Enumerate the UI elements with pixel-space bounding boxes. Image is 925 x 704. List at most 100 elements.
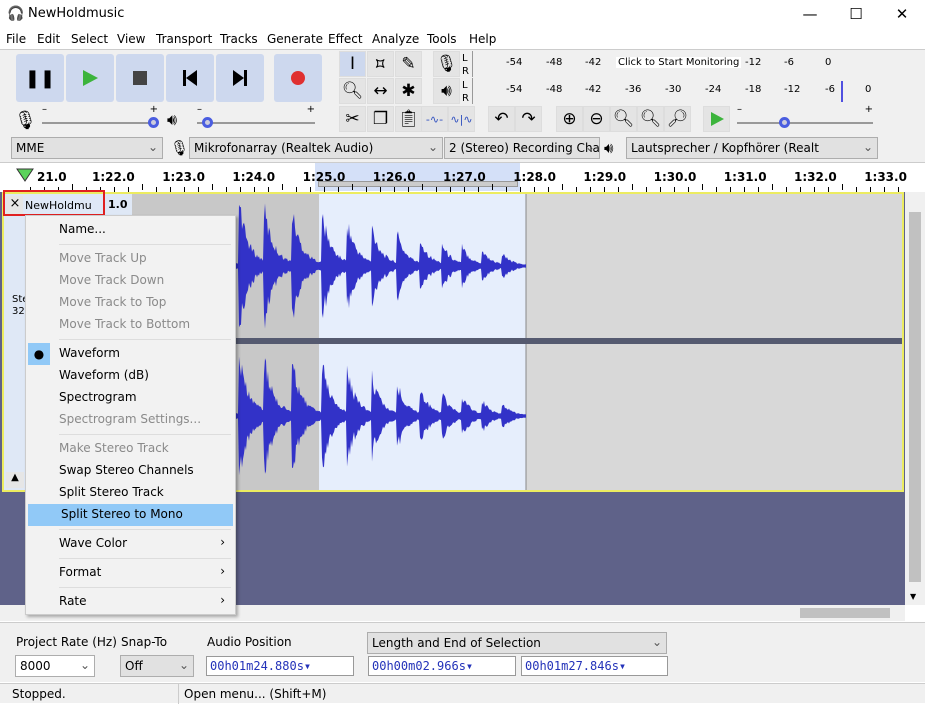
menu-item-label: Name... bbox=[59, 222, 106, 236]
selection-end-field[interactable]: 00h01m27.846s▾ bbox=[521, 656, 668, 676]
menu-item-spectrogram[interactable]: Spectrogram bbox=[26, 387, 235, 409]
selection-length-field[interactable]: 00h00m02.966s▾ bbox=[368, 656, 516, 676]
audio-position-field[interactable]: 00h01m24.880s▾ bbox=[206, 656, 354, 676]
vertical-scrollbar[interactable]: ▼ bbox=[905, 192, 925, 605]
recording-channels-select[interactable]: 2 (Stereo) Recording Chai ⌄ bbox=[444, 137, 600, 159]
selection-mode-select[interactable]: Length and End of Selection ⌄ bbox=[367, 632, 667, 654]
meter-tick-label: -42 bbox=[585, 57, 602, 68]
record-volume-slider[interactable]: – + bbox=[40, 104, 160, 130]
menu-item-wave-color[interactable]: Wave Color › bbox=[26, 533, 235, 555]
menu-item-rate[interactable]: Rate › bbox=[26, 591, 235, 613]
ruler-tick bbox=[562, 184, 563, 190]
recording-device-select[interactable]: Mikrofonarray (Realtek Audio) ⌄ bbox=[189, 137, 443, 159]
menu-item-name[interactable]: Name... bbox=[26, 219, 235, 241]
menu-item-move-track-to-bottom[interactable]: Move Track to Bottom bbox=[26, 314, 235, 336]
fit-selection-button[interactable]: 🔍︎ bbox=[610, 106, 637, 132]
zoom-out-button[interactable]: ⊖ bbox=[583, 106, 610, 132]
playback-volume-slider[interactable]: – + bbox=[195, 104, 317, 130]
start-monitoring-button[interactable]: Click to Start Monitoring bbox=[616, 57, 742, 68]
menu-item-waveform[interactable]: Waveform ● bbox=[26, 343, 235, 365]
snap-to-select[interactable]: Off ⌄ bbox=[120, 655, 194, 677]
play-button[interactable] bbox=[66, 54, 114, 102]
menu-item-label: Waveform (dB) bbox=[59, 368, 149, 382]
selection-tool[interactable]: I bbox=[339, 51, 366, 77]
playback-device-select[interactable]: Lautsprecher / Kopfhörer (Realt ⌄ bbox=[626, 137, 878, 159]
menu-generate[interactable]: Generate bbox=[267, 32, 323, 46]
zoom-toggle-button[interactable]: 🔎︎ bbox=[664, 106, 691, 132]
paste-button[interactable]: 📋︎ bbox=[395, 106, 422, 132]
undo-button[interactable]: ↶ bbox=[488, 106, 515, 132]
stop-button[interactable] bbox=[116, 54, 164, 102]
project-rate-select[interactable]: 8000 ⌄ bbox=[15, 655, 95, 677]
maximize-button[interactable]: ☐ bbox=[833, 0, 879, 29]
envelope-tool[interactable]: ⯏ bbox=[367, 51, 394, 77]
chevron-down-icon: ⌄ bbox=[79, 658, 90, 672]
slider-minus-label: – bbox=[737, 104, 742, 115]
record-icon bbox=[291, 71, 305, 85]
meter-tick-label: -36 bbox=[625, 84, 642, 95]
time-shift-tool[interactable]: ↔ bbox=[367, 78, 394, 104]
waveform-display[interactable] bbox=[132, 194, 902, 490]
slider-thumb[interactable] bbox=[778, 117, 790, 128]
menu-select[interactable]: Select bbox=[71, 32, 108, 46]
playback-meter[interactable]: -54 -48 -42 -36 -30 -24 -18 -12 -6 0 bbox=[472, 78, 876, 104]
menu-item-waveform-db[interactable]: Waveform (dB) bbox=[26, 365, 235, 387]
menu-effect[interactable]: Effect bbox=[328, 32, 363, 46]
redo-button[interactable]: ↷ bbox=[515, 106, 542, 132]
menu-item-format[interactable]: Format › bbox=[26, 562, 235, 584]
menu-tools[interactable]: Tools bbox=[427, 32, 457, 46]
slider-thumb[interactable] bbox=[148, 117, 159, 128]
multi-tool[interactable]: ✱ bbox=[395, 78, 422, 104]
skip-end-button[interactable] bbox=[216, 54, 264, 102]
menu-item-move-track-to-top[interactable]: Move Track to Top bbox=[26, 292, 235, 314]
menu-item-split-stereo-to-mono[interactable]: Split Stereo to Mono bbox=[28, 504, 233, 526]
scroll-down-arrow-icon[interactable]: ▼ bbox=[910, 592, 916, 601]
menu-item-make-stereo-track[interactable]: Make Stereo Track bbox=[26, 438, 235, 460]
play-at-speed-button[interactable] bbox=[703, 106, 730, 132]
menu-item-spectrogram-settings[interactable]: Spectrogram Settings... bbox=[26, 409, 235, 431]
silence-button[interactable]: ∿|∿ bbox=[448, 106, 475, 132]
menu-tracks[interactable]: Tracks bbox=[220, 32, 258, 46]
audio-position-label: Audio Position bbox=[207, 635, 292, 649]
menu-item-move-track-up[interactable]: Move Track Up bbox=[26, 248, 235, 270]
menu-item-label: Move Track to Top bbox=[59, 295, 167, 309]
timeline-ruler[interactable]: 21.0 1:22.0 1:23.0 1:24.0 1:25.0 1:26.0 1:27.0… bbox=[0, 162, 925, 193]
audio-position-value: 00h01m24.880s bbox=[210, 659, 304, 673]
menu-item-swap-stereo-channels[interactable]: Swap Stereo Channels bbox=[26, 460, 235, 482]
menu-file[interactable]: File bbox=[6, 32, 26, 46]
play-speed-slider[interactable]: – + bbox=[735, 104, 875, 130]
menu-item-move-track-down[interactable]: Move Track Down bbox=[26, 270, 235, 292]
audio-host-select[interactable]: MME ⌄ bbox=[11, 137, 163, 159]
menu-transport[interactable]: Transport bbox=[156, 32, 212, 46]
record-button[interactable] bbox=[274, 54, 322, 102]
selection-range-bar[interactable] bbox=[318, 181, 518, 187]
collapse-track-button[interactable]: ▲ bbox=[6, 472, 24, 488]
project-rate-label: Project Rate (Hz) bbox=[16, 635, 117, 649]
chevron-down-icon: ⌄ bbox=[178, 658, 189, 672]
slider-thumb[interactable] bbox=[202, 117, 214, 128]
menu-analyze[interactable]: Analyze bbox=[372, 32, 419, 46]
fit-project-button[interactable]: 🔍︎ bbox=[637, 106, 664, 132]
pause-button[interactable]: ❚❚ bbox=[16, 54, 64, 102]
draw-tool[interactable]: ✎ bbox=[395, 51, 422, 77]
play-head-triangle-icon[interactable] bbox=[15, 167, 35, 183]
copy-button[interactable]: ❐ bbox=[367, 106, 394, 132]
record-meter-button[interactable]: 🎙︎ bbox=[433, 51, 460, 77]
close-button[interactable]: ✕ bbox=[879, 0, 925, 29]
zoom-tool[interactable]: 🔍︎ bbox=[339, 78, 366, 104]
menu-item-split-stereo-track[interactable]: Split Stereo Track bbox=[26, 482, 235, 504]
menu-help[interactable]: Help bbox=[469, 32, 496, 46]
fit-project-icon: 🔍︎ bbox=[639, 109, 662, 129]
record-meter[interactable]: -54-48-42-18-12-60Click to Start Monitor… bbox=[472, 51, 876, 77]
menu-view[interactable]: View bbox=[117, 32, 145, 46]
vertical-scale-label: 1.0 bbox=[108, 198, 128, 211]
minimize-button[interactable]: — bbox=[787, 0, 833, 29]
menu-item-label: Rate bbox=[59, 594, 87, 608]
skip-start-button[interactable] bbox=[166, 54, 214, 102]
zoom-in-button[interactable]: ⊕ bbox=[556, 106, 583, 132]
play-meter-button[interactable]: 🔊︎ bbox=[433, 78, 460, 104]
menu-edit[interactable]: Edit bbox=[37, 32, 60, 46]
cut-button[interactable]: ✂ bbox=[339, 106, 366, 132]
trim-button[interactable]: -∿- bbox=[421, 106, 448, 132]
meter-tick-label: -30 bbox=[665, 84, 682, 95]
